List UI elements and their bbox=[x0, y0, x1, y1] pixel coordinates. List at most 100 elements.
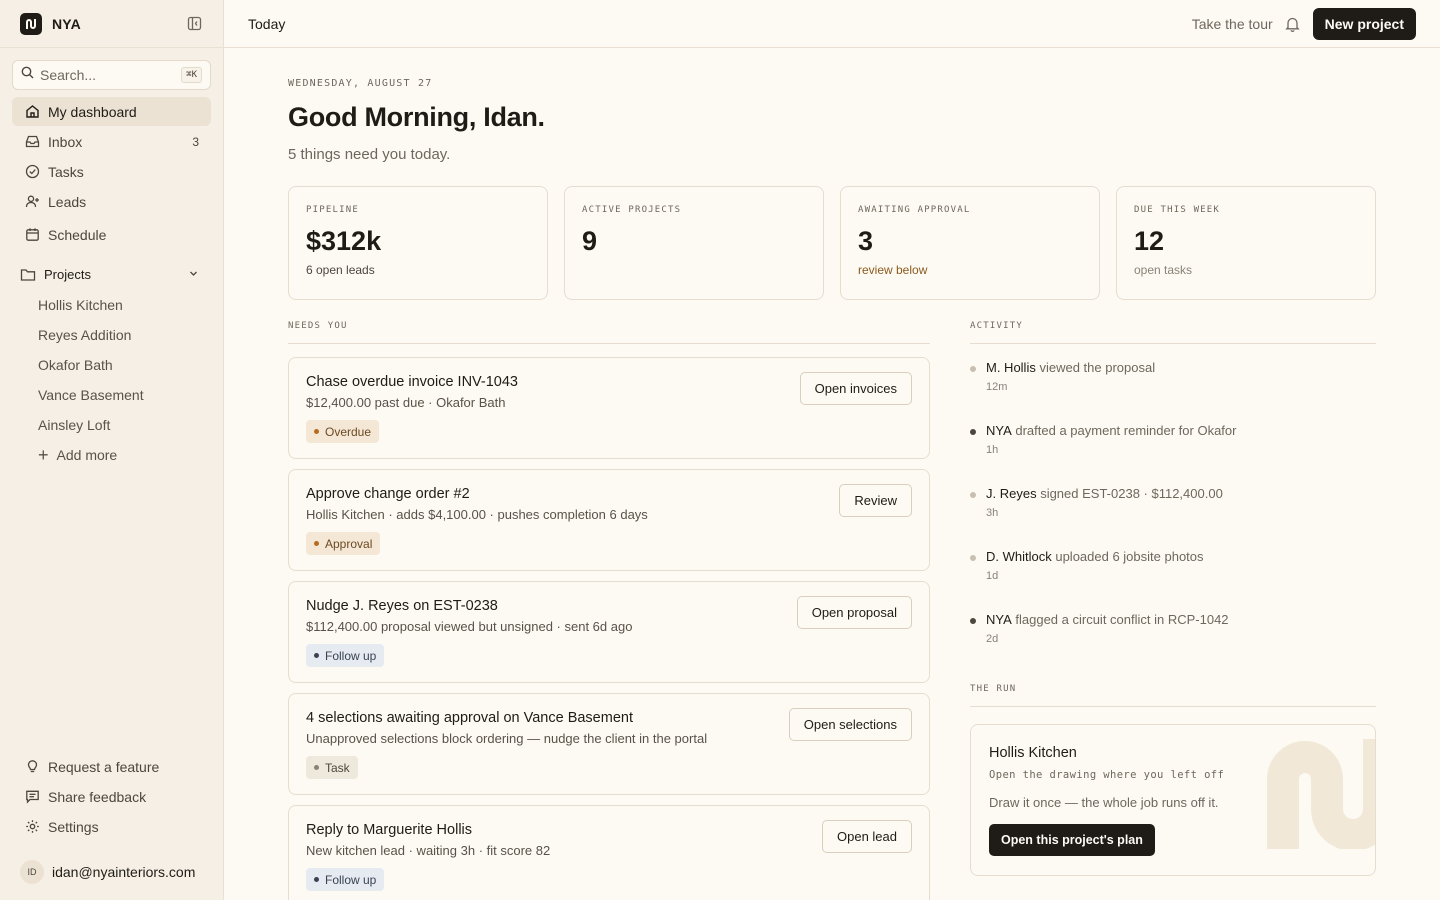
stat-value: $312k bbox=[306, 226, 382, 256]
nav-label: Tasks bbox=[48, 163, 84, 180]
page-title: Today bbox=[248, 15, 286, 32]
project-item-hollis-kitchen[interactable]: Hollis Kitchen bbox=[26, 290, 211, 320]
nav-label: Settings bbox=[48, 818, 99, 835]
sidebar-collapse-icon[interactable] bbox=[185, 15, 203, 33]
inbox-count-badge: 3 bbox=[192, 134, 199, 149]
activity-time: 1d bbox=[986, 570, 999, 582]
status-badge: Follow up bbox=[306, 644, 385, 667]
project-item-ainsley-loft[interactable]: Ainsley Loft bbox=[26, 410, 211, 440]
stat-value: 9 bbox=[582, 226, 598, 256]
task-card: 4 selections awaiting approval on Vance … bbox=[288, 693, 930, 795]
take-tour-link[interactable]: Take the tour bbox=[1192, 16, 1273, 32]
activity-item: NYA flagged a circuit conflict in RCP-10… bbox=[970, 612, 1376, 675]
activity-actor: M. Hollis bbox=[986, 360, 1036, 375]
folder-icon bbox=[20, 266, 36, 282]
search-icon bbox=[21, 66, 34, 84]
chevron-down-icon[interactable] bbox=[188, 267, 199, 282]
stat-card-due-this-week[interactable]: DUE THIS WEEK 12 open tasks bbox=[1116, 186, 1376, 300]
greeting-heading: Good Morning, Idan. bbox=[288, 102, 545, 132]
task-description: Hollis Kitchen · adds $4,100.00 · pushes… bbox=[306, 507, 648, 522]
open-project-plan-button[interactable]: Open this project's plan bbox=[989, 824, 1155, 856]
search-input[interactable] bbox=[40, 67, 170, 83]
open-invoices-button[interactable]: Open invoices bbox=[799, 372, 912, 405]
activity-text: flagged a circuit conflict in RCP-1042 bbox=[1011, 612, 1229, 627]
sidebar: NYA ⌘K My dashboard Inbox 3 Tasks Leads bbox=[0, 0, 224, 900]
activity-text: viewed the proposal bbox=[1035, 360, 1156, 375]
bottom-nav: Request a feature Share feedback Setting… bbox=[12, 752, 211, 842]
nav-item-my-dashboard[interactable]: My dashboard bbox=[12, 97, 211, 126]
activity-item: NYA drafted a payment reminder for Okafo… bbox=[970, 423, 1376, 486]
stat-card-pipeline[interactable]: PIPELINE $312k 6 open leads bbox=[288, 186, 548, 300]
project-item-vance-basement[interactable]: Vance Basement bbox=[26, 380, 211, 410]
nav-item-schedule[interactable]: Schedule bbox=[12, 220, 211, 249]
nav-item-inbox[interactable]: Inbox 3 bbox=[12, 127, 211, 156]
stat-label: ACTIVE PROJECTS bbox=[582, 205, 682, 215]
status-badge: Follow up bbox=[306, 868, 385, 891]
task-list: Chase overdue invoice INV-1043 $12,400.0… bbox=[288, 357, 930, 900]
stat-sub: open tasks bbox=[1134, 263, 1193, 277]
activity-item: M. Hollis viewed the proposal 12m bbox=[970, 360, 1376, 423]
share-feedback-link[interactable]: Share feedback bbox=[12, 782, 211, 811]
new-project-button[interactable]: New project bbox=[1312, 7, 1416, 40]
avatar: ID bbox=[20, 860, 44, 884]
activity-text: drafted a payment reminder for Okafor bbox=[1011, 423, 1237, 438]
stat-card-active-projects[interactable]: ACTIVE PROJECTS 9 bbox=[564, 186, 824, 300]
section-divider bbox=[970, 343, 1376, 344]
home-icon bbox=[24, 104, 40, 120]
activity-actor: NYA bbox=[986, 612, 1012, 627]
user-account-menu[interactable]: ID idan@nyainteriors.com bbox=[20, 858, 195, 886]
open-selections-button[interactable]: Open selections bbox=[788, 708, 912, 741]
activity-actor: D. Whitlock bbox=[986, 549, 1052, 564]
stat-sub: 6 open leads bbox=[306, 263, 375, 277]
status-badge: Approval bbox=[306, 532, 381, 555]
nav-label: Inbox bbox=[48, 133, 83, 150]
main-nav: My dashboard Inbox 3 Tasks Leads Schedul… bbox=[12, 97, 211, 250]
stat-label: DUE THIS WEEK bbox=[1134, 205, 1221, 215]
user-plus-icon bbox=[24, 194, 40, 210]
project-item-okafor-bath[interactable]: Okafor Bath bbox=[26, 350, 211, 380]
add-project-button[interactable]: + Add more bbox=[26, 440, 211, 470]
plus-icon: + bbox=[38, 445, 49, 465]
message-icon bbox=[24, 789, 40, 805]
topbar: Today Take the tour New project bbox=[224, 0, 1440, 48]
date-label: WEDNESDAY, AUGUST 27 bbox=[288, 78, 433, 89]
activity-text: signed EST-0238 · $112,400.00 bbox=[1036, 486, 1223, 501]
check-circle-icon bbox=[24, 164, 40, 180]
nav-item-tasks[interactable]: Tasks bbox=[12, 157, 211, 186]
project-list: Hollis Kitchen Reyes Addition Okafor Bat… bbox=[26, 290, 211, 470]
search-shortcut: ⌘K bbox=[181, 67, 202, 83]
project-item-reyes-addition[interactable]: Reyes Addition bbox=[26, 320, 211, 350]
task-card: Reply to Marguerite Hollis New kitchen l… bbox=[288, 805, 930, 900]
run-card: Hollis Kitchen Open the drawing where yo… bbox=[970, 724, 1376, 876]
stats-row: PIPELINE $312k 6 open leads ACTIVE PROJE… bbox=[288, 186, 1376, 300]
status-badge: Overdue bbox=[306, 420, 380, 443]
status-badge: Task bbox=[306, 756, 358, 779]
open-proposal-button[interactable]: Open proposal bbox=[796, 596, 912, 629]
open-lead-button[interactable]: Open lead bbox=[822, 820, 912, 853]
greeting-subtitle: 5 things need you today. bbox=[288, 146, 451, 163]
inbox-icon bbox=[24, 134, 40, 150]
review-button[interactable]: Review bbox=[839, 484, 912, 517]
stat-card-awaiting-approval[interactable]: AWAITING APPROVAL 3 review below bbox=[840, 186, 1100, 300]
add-more-label: Add more bbox=[56, 447, 118, 463]
activity-time: 1h bbox=[986, 444, 999, 456]
nav-label: Leads bbox=[48, 193, 87, 210]
nav-label: Request a feature bbox=[48, 758, 160, 775]
stat-value: 3 bbox=[858, 226, 874, 256]
activity-actor: NYA bbox=[986, 423, 1012, 438]
settings-link[interactable]: Settings bbox=[12, 812, 211, 841]
request-feature-link[interactable]: Request a feature bbox=[12, 752, 211, 781]
projects-section-toggle[interactable]: Projects bbox=[12, 260, 211, 288]
nya-logo-icon[interactable] bbox=[20, 12, 42, 35]
stat-value: 12 bbox=[1134, 226, 1165, 256]
search-box[interactable]: ⌘K bbox=[12, 60, 211, 90]
nav-label: Share feedback bbox=[48, 788, 147, 805]
stat-label: PIPELINE bbox=[306, 205, 359, 215]
section-divider bbox=[970, 706, 1376, 707]
nya-watermark-icon bbox=[1267, 739, 1375, 849]
the-run-heading: THE RUN bbox=[970, 684, 1017, 694]
stat-sub: review below bbox=[858, 263, 928, 277]
bell-icon[interactable] bbox=[1285, 16, 1301, 32]
nav-item-leads[interactable]: Leads bbox=[12, 187, 211, 216]
activity-time: 12m bbox=[986, 381, 1008, 393]
